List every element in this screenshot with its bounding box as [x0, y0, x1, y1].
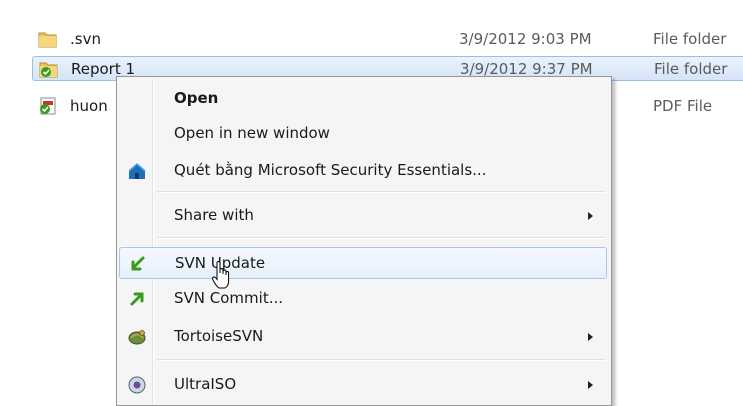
file-row-svn[interactable]: .svn 3/9/2012 9:03 PM File folder [32, 27, 743, 52]
menu-item-open[interactable]: Open [119, 83, 607, 115]
menu-item-tortoisesvn[interactable]: TortoiseSVN [119, 321, 607, 353]
svn-commit-icon [127, 289, 147, 309]
menu-item-share-with[interactable]: Share with [119, 200, 607, 232]
submenu-arrow-icon [588, 333, 593, 341]
file-name: .svn [70, 30, 101, 48]
submenu-arrow-icon [588, 212, 593, 220]
menu-item-label: Open in new window [174, 124, 330, 142]
file-type: PDF File [653, 97, 713, 115]
security-essentials-icon [127, 161, 147, 181]
ultraiso-icon [127, 375, 147, 395]
mouse-cursor-icon [211, 260, 231, 291]
menu-item-label: Share with [174, 206, 254, 224]
svn-folder-icon [39, 60, 59, 78]
file-type: File folder [654, 60, 728, 78]
menu-item-ultraiso[interactable]: UltraISO [119, 369, 607, 401]
menu-item-label: Open [174, 89, 219, 107]
svn-update-icon [128, 254, 148, 274]
menu-item-open-new-window[interactable]: Open in new window [119, 118, 607, 150]
menu-item-label: SVN Commit... [174, 289, 283, 307]
menu-separator [157, 359, 605, 361]
menu-item-label: TortoiseSVN [174, 327, 264, 345]
menu-item-svn-update[interactable]: SVN Update [119, 247, 607, 279]
folder-icon [38, 30, 58, 48]
menu-item-label: UltraISO [174, 375, 237, 393]
context-menu: Open Open in new window Quét bằng Micros… [116, 76, 612, 406]
file-date: 3/9/2012 9:03 PM [459, 30, 592, 48]
file-type: File folder [653, 30, 727, 48]
file-name: huon [70, 97, 108, 115]
menu-item-label: Quét bằng Microsoft Security Essentials.… [174, 161, 487, 179]
submenu-arrow-icon [588, 381, 593, 389]
menu-item-svn-commit[interactable]: SVN Commit... [119, 283, 607, 315]
menu-separator [157, 191, 605, 193]
svn-pdf-icon [38, 97, 58, 115]
tortoisesvn-icon [127, 327, 147, 347]
menu-item-security-scan[interactable]: Quét bằng Microsoft Security Essentials.… [119, 155, 607, 187]
menu-separator [157, 237, 605, 239]
